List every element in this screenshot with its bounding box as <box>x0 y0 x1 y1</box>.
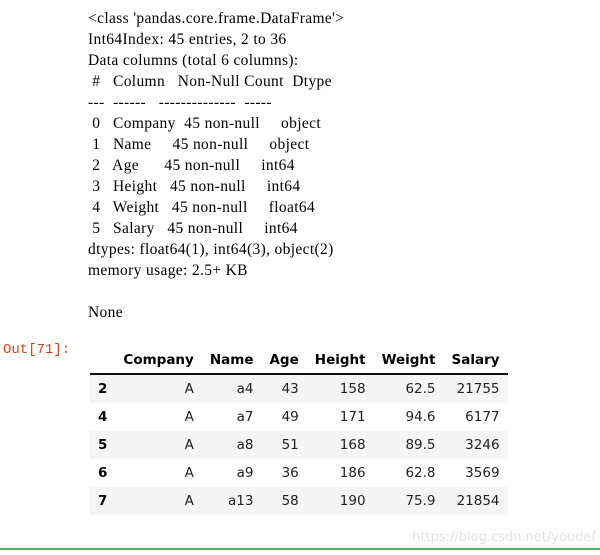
row-index-cell: 5 <box>98 437 108 453</box>
bottom-divider <box>0 548 600 550</box>
column-header-height: Height <box>306 350 374 375</box>
table-row: 5 Aa8 51 168 89.5 3246 <box>90 431 508 459</box>
stdout-line: 0 Company 45 non-null object <box>88 115 322 132</box>
cell-weight: 62.5 <box>405 381 436 397</box>
cell-weight: 62.8 <box>405 465 436 481</box>
column-header-index <box>90 350 116 375</box>
cell-age: 51 <box>281 437 299 453</box>
stdout-line: 1 Name 45 non-null object <box>88 136 310 153</box>
stdout-line: memory usage: 2.5+ KB <box>88 262 248 279</box>
cell-company: A <box>184 409 194 425</box>
table-row: 2 Aa4 43 158 62.5 21755 <box>90 374 508 403</box>
cell-height: 190 <box>339 493 366 509</box>
cell-name: a8 <box>236 437 254 453</box>
cell-height: 168 <box>339 437 366 453</box>
cell-name: a4 <box>236 381 254 397</box>
dataframe-header: Company Name Age Height Weight Salary <box>90 350 508 375</box>
output-prompt-label: Out[71]: <box>3 342 71 358</box>
stdout-line: dtypes: float64(1), int64(3), object(2) <box>88 241 334 258</box>
cell-salary: 21755 <box>456 381 500 397</box>
dataframe-table: Company Name Age Height Weight Salary 2 A… <box>90 350 508 515</box>
cell-salary: 3569 <box>465 465 500 481</box>
row-index-cell: 2 <box>98 381 108 397</box>
stdout-line: Data columns (total 6 columns): <box>88 52 299 69</box>
cell-height: 186 <box>339 465 366 481</box>
stdout-line: --- ------ -------------- ----- <box>88 94 272 111</box>
stdout-line: # Column Non-Null Count Dtype <box>88 73 332 90</box>
table-header-row: Company Name Age Height Weight Salary <box>90 350 508 375</box>
stdout-line: 5 Salary 45 non-null int64 <box>88 220 298 237</box>
cell-height: 158 <box>339 381 366 397</box>
column-header-name: Name <box>201 350 262 375</box>
stdout-line: 4 Weight 45 non-null float64 <box>88 199 316 216</box>
column-header-weight: Weight <box>373 350 444 375</box>
row-index-cell: 6 <box>98 465 108 481</box>
table-row: 7 Aa13 58 190 75.9 21854 <box>90 487 508 515</box>
dataframe-output: Company Name Age Height Weight Salary 2 A… <box>90 350 508 515</box>
cell-weight: 94.6 <box>405 409 436 425</box>
cell-company: A <box>184 465 194 481</box>
stdout-line <box>88 281 588 302</box>
cell-name: a13 <box>228 493 254 509</box>
cell-age: 58 <box>281 493 299 509</box>
stdout-line: 3 Height 45 non-null int64 <box>88 178 301 195</box>
watermark-text: https://blog.csdn.net/youdef <box>412 530 596 545</box>
cell-company: A <box>184 381 194 397</box>
cell-salary: 3246 <box>465 437 500 453</box>
cell-salary: 21854 <box>456 493 500 509</box>
cell-name: a9 <box>236 465 254 481</box>
cell-age: 49 <box>281 409 299 425</box>
cell-age: 36 <box>281 465 299 481</box>
column-header-salary: Salary <box>443 350 508 375</box>
stdout-line: None <box>88 304 123 321</box>
row-index-cell: 4 <box>98 409 108 425</box>
table-row: 6 Aa9 36 186 62.8 3569 <box>90 459 508 487</box>
cell-weight: 89.5 <box>405 437 436 453</box>
stdout-line: Int64Index: 45 entries, 2 to 36 <box>88 31 287 48</box>
row-index-cell: 7 <box>98 493 108 509</box>
column-header-company: Company <box>115 350 202 375</box>
cell-age: 43 <box>281 381 299 397</box>
cell-weight: 75.9 <box>405 493 436 509</box>
table-row: 4 Aa7 49 171 94.6 6177 <box>90 403 508 431</box>
column-header-age: Age <box>261 350 307 375</box>
cell-name: a7 <box>236 409 254 425</box>
cell-company: A <box>184 493 194 509</box>
stdout-line: <class 'pandas.core.frame.DataFrame'> <box>88 10 345 27</box>
dataframe-body: 2 Aa4 43 158 62.5 21755 4 Aa7 49 171 94.6 6177 5 Aa8 5… <box>90 374 508 515</box>
stdout-output-block: <class 'pandas.core.frame.DataFrame'> Int… <box>88 8 588 323</box>
stdout-line: 2 Age 45 non-null int64 <box>88 157 295 174</box>
cell-company: A <box>184 437 194 453</box>
cell-height: 171 <box>339 409 366 425</box>
cell-salary: 6177 <box>465 409 500 425</box>
